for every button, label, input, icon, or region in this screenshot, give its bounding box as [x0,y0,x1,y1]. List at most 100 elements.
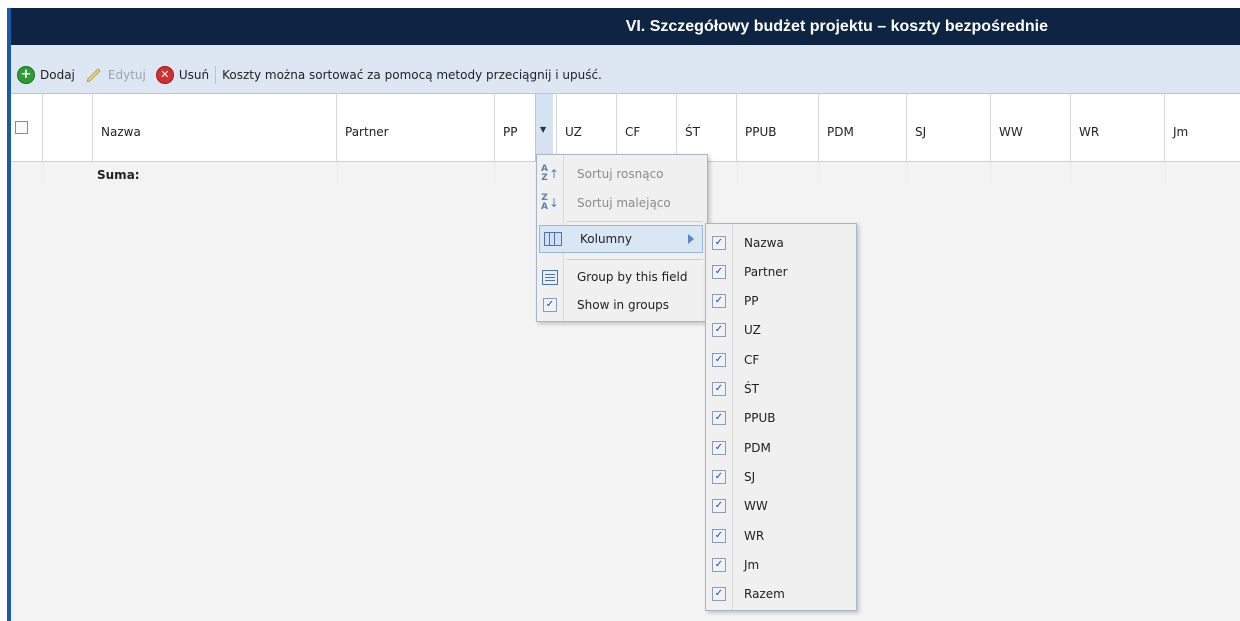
toolbar-separator [215,66,217,84]
delete-button-label: Usuń [178,68,210,82]
column-header-label: Partner [345,125,389,139]
menu-separator [567,259,703,260]
column-toggle-label: ŚT [744,382,759,396]
column-toggle-item[interactable]: ✓ Jm [706,550,856,579]
grid-header: Nazwa Partner PP UZ CF ŚT PPUB PDM SJ WW [11,94,1240,162]
column-toggle-item[interactable]: ✓ CF [706,345,856,374]
column-toggle-label: PPUB [744,411,776,426]
pencil-icon [85,66,103,85]
checkbox-checked-icon: ✓ [712,557,726,572]
checkbox-checked-icon: ✓ [712,323,726,338]
checkbox-checked-icon: ✓ [712,411,726,426]
column-toggle-item[interactable]: ✓ UZ [706,316,856,345]
column-header-label: Nazwa [101,125,141,139]
column-menu-trigger[interactable]: ▼ [535,94,553,161]
column-header-label: ŚT [685,125,700,139]
menu-item-label: Sortuj rosnąco [577,167,664,181]
menu-item-sort-desc[interactable]: Z A ↓ Sortuj malejąco [537,189,707,217]
checkbox-checked-icon: ✓ [712,528,726,543]
columns-icon [540,232,566,246]
column-toggle-label: Nazwa [744,235,784,250]
column-toggle-item[interactable]: ✓ WW [706,492,856,521]
column-header-cf[interactable]: CF [617,94,677,161]
header-spacer-cell [43,94,93,161]
column-toggle-item[interactable]: ✓ Nazwa [706,228,856,257]
column-toggle-label: PP [744,294,759,309]
column-toggle-label: PDM [744,440,771,455]
select-all-checkbox[interactable] [15,121,28,134]
column-header-st[interactable]: ŚT [677,94,737,161]
menu-item-show-in-groups[interactable]: ✓ Show in groups [537,291,707,319]
column-toggle-label: Partner [744,264,788,279]
column-header-pdm[interactable]: PDM [819,94,907,161]
edit-button[interactable]: Edytuj [85,66,146,85]
column-toggle-item[interactable]: ✓ PPUB [706,404,856,433]
menu-item-group-by[interactable]: Group by this field [537,263,707,291]
column-header-ppub[interactable]: PPUB [737,94,819,161]
column-menu: A Z ↑ Sortuj rosnąco Z A ↓ Sortuj malejąco K… [536,154,708,322]
toolbar: + Dodaj Edytuj ✕ Usuń Koszty można sorto… [11,57,1240,94]
sort-descending-icon: Z A ↓ [540,193,560,212]
column-toggle-item[interactable]: ✓ Partner [706,257,856,286]
chevron-down-icon: ▼ [540,125,547,134]
column-header-partner[interactable]: Partner [337,94,495,161]
column-header-uz[interactable]: UZ [557,94,617,161]
plus-icon: + [17,66,35,84]
column-toggle-item[interactable]: ✓ PDM [706,433,856,462]
checkbox-checked-icon: ✓ [712,440,726,455]
add-button[interactable]: + Dodaj [17,66,75,84]
header-select-all-cell [11,94,43,161]
column-header-jm[interactable]: Jm [1165,94,1240,161]
column-toggle-label: SJ [744,469,756,484]
column-toggle-item[interactable]: ✓ WR [706,521,856,550]
checkbox-checked-icon: ✓ [712,235,726,250]
page-margin [0,8,7,621]
column-header-wr[interactable]: WR [1071,94,1165,161]
column-header-nazwa[interactable]: Nazwa [93,94,337,161]
column-header-label: PPUB [745,125,777,139]
column-toggle-label: UZ [744,323,761,338]
edit-button-label: Edytuj [107,68,146,82]
column-toggle-label: Razem [744,587,785,602]
column-toggle-label: WW [744,499,768,514]
checkbox-checked-icon: ✓ [712,294,726,309]
menu-item-label: Show in groups [577,298,670,312]
column-header-label: Jm [1173,125,1189,139]
menu-item-label: Kolumny [580,232,632,246]
column-toggle-item[interactable]: ✓ ŚT [706,375,856,404]
toolbar-hint: Koszty można sortować za pomocą metody p… [222,68,602,82]
summary-label: Suma: [97,168,140,182]
column-header-label: WR [1079,125,1100,139]
column-toggle-label: CF [744,352,760,367]
column-header-label: CF [625,125,641,139]
column-toggle-label: WR [744,528,765,543]
menu-separator [567,221,703,222]
panel-title: VI. Szczegółowy budżet projektu – koszty… [625,18,1048,35]
submenu-arrow-icon [688,234,694,244]
sort-ascending-icon: A Z ↑ [540,164,560,183]
column-toggle-item[interactable]: ✓ PP [706,287,856,316]
columns-submenu: ✓ Nazwa ✓ Partner ✓ PP ✓ UZ ✓ CF ✓ ŚT ✓ PPUB ✓ PDM ✓ SJ ✓ W… [705,223,857,611]
column-header-label: UZ [565,125,582,139]
column-header-label: PP [503,125,518,139]
group-icon [537,269,563,285]
menu-item-label: Sortuj malejąco [577,196,671,210]
column-header-sj[interactable]: SJ [907,94,991,161]
column-toggle-item[interactable]: ✓ SJ [706,462,856,491]
delete-button[interactable]: ✕ Usuń [155,66,210,84]
column-header-ww[interactable]: WW [991,94,1071,161]
menu-item-label: Group by this field [577,270,688,284]
title-subbar [11,45,1240,57]
checkbox-checked-icon: ✓ [712,499,726,514]
delete-icon: ✕ [155,66,174,84]
add-button-label: Dodaj [40,68,75,82]
column-header-label: SJ [915,125,927,139]
checkbox-checked-icon: ✓ [543,298,557,312]
checkbox-checked-icon: ✓ [712,352,726,367]
menu-item-columns[interactable]: Kolumny [539,225,703,253]
column-toggle-label: Jm [744,557,760,572]
menu-item-sort-asc[interactable]: A Z ↑ Sortuj rosnąco [537,160,707,188]
checkbox-checked-icon: ✓ [712,587,726,602]
column-header-label: WW [999,125,1023,139]
column-toggle-item[interactable]: ✓ Razem [706,580,856,609]
